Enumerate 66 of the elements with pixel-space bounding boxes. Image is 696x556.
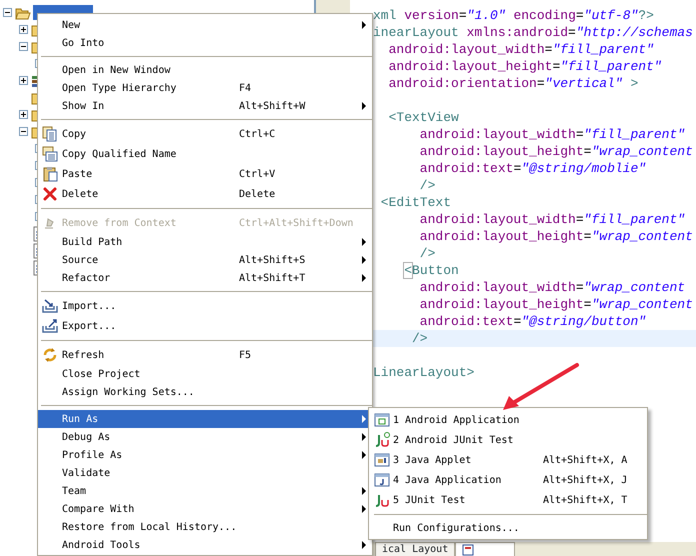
menu-item[interactable]: 3 Java Applet Alt+Shift+X, A (371, 450, 647, 470)
code-line: <Button (403, 262, 459, 279)
code-line: android:layout_width="fill_parent" (418, 211, 686, 228)
menu-item[interactable]: Delete Delete (38, 184, 372, 204)
xml-file-icon (462, 544, 474, 556)
code-line: <EditText (380, 194, 452, 211)
expand-icon[interactable] (19, 76, 28, 85)
menu-item[interactable]: Refactor Alt+Shift+T (38, 269, 372, 287)
code-line: xml version="1.0" encoding="utf-8"?> (373, 7, 654, 24)
delete-icon (42, 186, 58, 202)
menu-item[interactable]: Open in New Window (38, 61, 372, 79)
menu-item[interactable]: Go Into (38, 34, 372, 52)
menu-item[interactable]: 2 Android JUnit Test (371, 430, 647, 450)
menu-item[interactable]: Show In Alt+Shift+W (38, 97, 372, 115)
menu-item[interactable]: Paste Ctrl+V (38, 164, 372, 184)
test-icon (374, 432, 390, 448)
menu-item[interactable]: Refresh F5 (38, 345, 372, 365)
test-icon (374, 492, 390, 508)
menu-item[interactable]: Assign Working Sets... (38, 383, 372, 401)
collapse-icon[interactable] (19, 127, 28, 136)
code-line: android:layout_width="fill_parent" (418, 126, 686, 143)
menu-item[interactable]: Import... (38, 296, 372, 316)
menu-item[interactable]: Restore from Local History... (38, 518, 372, 536)
menu-item[interactable]: Export... (38, 316, 372, 336)
code-line: android:layout_width="wrap_content (418, 279, 686, 296)
expand-icon[interactable] (19, 110, 28, 119)
menu-item[interactable]: Run Configurations... (371, 519, 647, 537)
code-line: LinearLayout> (373, 364, 474, 381)
applet-icon (374, 452, 390, 468)
menu-item[interactable]: Source Alt+Shift+S (38, 251, 372, 269)
app-window-icon (374, 472, 390, 488)
import-icon (42, 298, 58, 314)
code-line: android:layout_height="wrap_content (418, 143, 693, 160)
collapse-icon[interactable] (19, 42, 28, 51)
code-line: /> (418, 245, 436, 262)
editor-tab[interactable] (455, 542, 516, 556)
menu-item[interactable]: Build Path (38, 233, 372, 251)
menu-item[interactable]: New (38, 16, 372, 34)
code-line: inearLayout xmlns:android="http://schemas (373, 24, 693, 41)
copy-icon (42, 126, 58, 142)
menu-item[interactable]: Close Project (38, 365, 372, 383)
code-line: <TextView (388, 109, 459, 126)
menu-item[interactable]: Open Type Hierarchy F4 (38, 79, 372, 97)
code-line: android:layout_height="wrap_content (418, 296, 693, 313)
menu-item[interactable]: Validate (38, 464, 372, 482)
code-line: /> (411, 330, 428, 347)
code-line: android:layout_width="fill_parent" (388, 41, 654, 58)
code-line: android:text="@string/moblie" (418, 160, 646, 177)
copy-icon (42, 146, 58, 162)
menu-item[interactable]: 4 Java Application Alt+Shift+X, J (371, 470, 647, 490)
android-app-icon (374, 412, 390, 428)
editor-tab[interactable]: ical Layout (375, 542, 456, 556)
menu-item[interactable]: 5 JUnit Test Alt+Shift+X, T (371, 490, 647, 510)
export-icon (42, 318, 58, 334)
code-line: android:text="@string/button" (418, 313, 646, 330)
code-line: android:layout_height="fill_parent" (388, 58, 662, 75)
menu-item[interactable]: Copy Ctrl+C (38, 124, 372, 144)
paste-icon (42, 166, 58, 182)
code-line: android:orientation="vertical" > (388, 75, 638, 92)
refresh-icon (42, 347, 58, 363)
code-line: android:layout_height="wrap_content (418, 228, 693, 245)
collapse-icon[interactable] (3, 8, 12, 17)
code-line: /> (418, 177, 436, 194)
expand-icon[interactable] (19, 25, 28, 34)
menu-item[interactable]: Copy Qualified Name (38, 144, 372, 164)
menu-item[interactable]: 1 Android Application (371, 410, 647, 430)
